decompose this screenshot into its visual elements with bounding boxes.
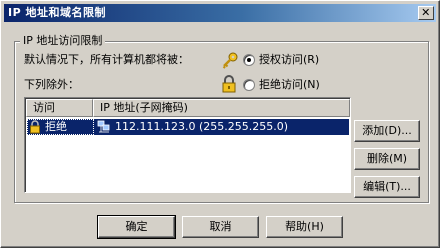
cancel-button[interactable]: 取消 [182, 216, 259, 238]
row-access-cell: 拒绝 [45, 120, 67, 133]
padlock-icon [30, 120, 40, 134]
table-row[interactable]: 拒绝 112.111.123.0 (255.255.255.0) [27, 119, 349, 135]
exceptions-label: 下列除外： [24, 78, 79, 91]
title-bar: IP 地址和域名限制 ✕ [4, 4, 436, 22]
group-title: IP 地址访问限制 [20, 34, 106, 48]
grant-access-radio[interactable] [243, 54, 255, 66]
close-button[interactable]: ✕ [418, 6, 434, 20]
add-button[interactable]: 添加(D)... [354, 120, 420, 142]
key-icon [222, 52, 238, 69]
deny-access-radio[interactable] [243, 79, 255, 91]
grant-access-label[interactable]: 授权访问(R) [259, 53, 319, 67]
padlock-icon [222, 75, 236, 93]
default-prompt: 默认情况下，所有计算机都将被： [24, 53, 189, 66]
close-icon: ✕ [421, 6, 431, 19]
dialog-window: IP 地址和域名限制 ✕ IP 地址访问限制 默认情况下，所有计算机都将被： 授… [0, 0, 440, 248]
exceptions-listview[interactable]: 访问 IP 地址(子网掩码) 拒绝 112.111.123.0 (255.255… [24, 97, 351, 193]
ok-button[interactable]: 确定 [97, 215, 176, 239]
column-header-access[interactable]: 访问 [26, 99, 93, 117]
network-computers-icon [97, 120, 110, 133]
column-header-ip-address[interactable]: IP 地址(子网掩码) [93, 99, 350, 117]
help-button[interactable]: 帮助(H) [266, 216, 343, 238]
window-title: IP 地址和域名限制 [8, 6, 106, 19]
edit-button[interactable]: 编辑(T)... [354, 176, 420, 198]
row-ip-address-cell: 112.111.123.0 (255.255.255.0) [115, 120, 289, 133]
remove-button[interactable]: 删除(M) [354, 148, 420, 170]
deny-access-label[interactable]: 拒绝访问(N) [259, 78, 320, 92]
